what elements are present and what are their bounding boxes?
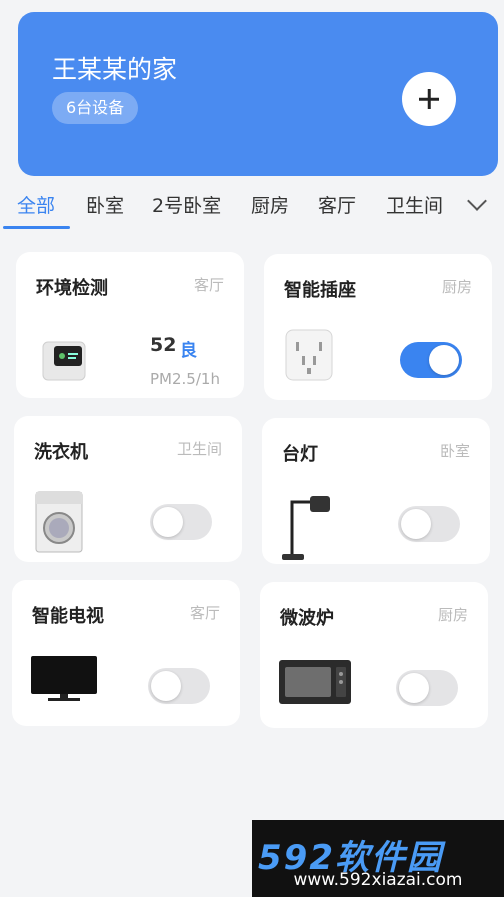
tab-living-room[interactable]: 客厅 — [318, 191, 356, 218]
watermark: 592软件园 www.592xiazai.com — [252, 820, 504, 897]
aqi-unit: PM2.5/1h — [150, 370, 220, 388]
device-card-smart-plug[interactable]: 智能插座 厨房 — [264, 254, 492, 400]
air-monitor-icon — [42, 341, 86, 381]
power-toggle[interactable] — [396, 670, 458, 706]
washing-machine-icon — [35, 491, 83, 553]
device-card-microwave[interactable]: 微波炉 厨房 — [260, 582, 488, 728]
desk-lamp-icon — [282, 496, 330, 560]
microwave-icon — [279, 660, 351, 704]
watermark-url: www.592xiazai.com — [293, 870, 463, 890]
device-room: 客厅 — [189, 604, 220, 622]
device-room: 客厅 — [193, 276, 224, 294]
power-toggle[interactable] — [398, 506, 460, 542]
add-device-button[interactable] — [402, 72, 456, 126]
tab-bathroom[interactable]: 卫生间 — [386, 191, 443, 218]
aqi-value: 52 — [150, 334, 177, 356]
device-name: 微波炉 — [280, 608, 334, 629]
tab-kitchen[interactable]: 厨房 — [251, 191, 289, 218]
chevron-down-icon[interactable] — [467, 191, 487, 211]
home-header-card[interactable]: 王某某的家 6台设备 — [18, 12, 498, 176]
device-room: 厨房 — [441, 278, 472, 296]
device-room: 厨房 — [437, 606, 468, 624]
tab-bedroom[interactable]: 卧室 — [86, 191, 124, 218]
tab-bedroom-2[interactable]: 2号卧室 — [152, 191, 221, 218]
device-count-badge[interactable]: 6台设备 — [52, 92, 139, 124]
device-card-washer[interactable]: 洗衣机 卫生间 — [14, 416, 242, 562]
tab-all[interactable]: 全部 — [17, 191, 55, 218]
home-title: 王某某的家 — [52, 55, 178, 84]
smart-plug-icon — [285, 329, 333, 381]
power-toggle[interactable] — [400, 342, 462, 378]
device-room: 卧室 — [439, 442, 470, 460]
device-card-lamp[interactable]: 台灯 卧室 — [262, 418, 490, 564]
device-name: 洗衣机 — [34, 442, 88, 463]
device-card-tv[interactable]: 智能电视 客厅 — [12, 580, 240, 726]
device-name: 智能电视 — [32, 606, 104, 627]
device-room: 卫生间 — [176, 440, 222, 458]
active-tab-indicator — [3, 226, 70, 229]
device-name: 台灯 — [282, 444, 318, 465]
power-toggle[interactable] — [150, 504, 212, 540]
power-toggle[interactable] — [148, 668, 210, 704]
tv-icon — [31, 656, 97, 701]
device-card-environment[interactable]: 环境检测 客厅 52 良 PM2.5/1h — [16, 252, 244, 398]
aqi-level: 良 — [180, 341, 197, 361]
device-name: 环境检测 — [36, 278, 108, 299]
device-name: 智能插座 — [284, 280, 356, 301]
room-tabs: 全部 卧室 2号卧室 厨房 客厅 卫生间 — [0, 186, 504, 230]
